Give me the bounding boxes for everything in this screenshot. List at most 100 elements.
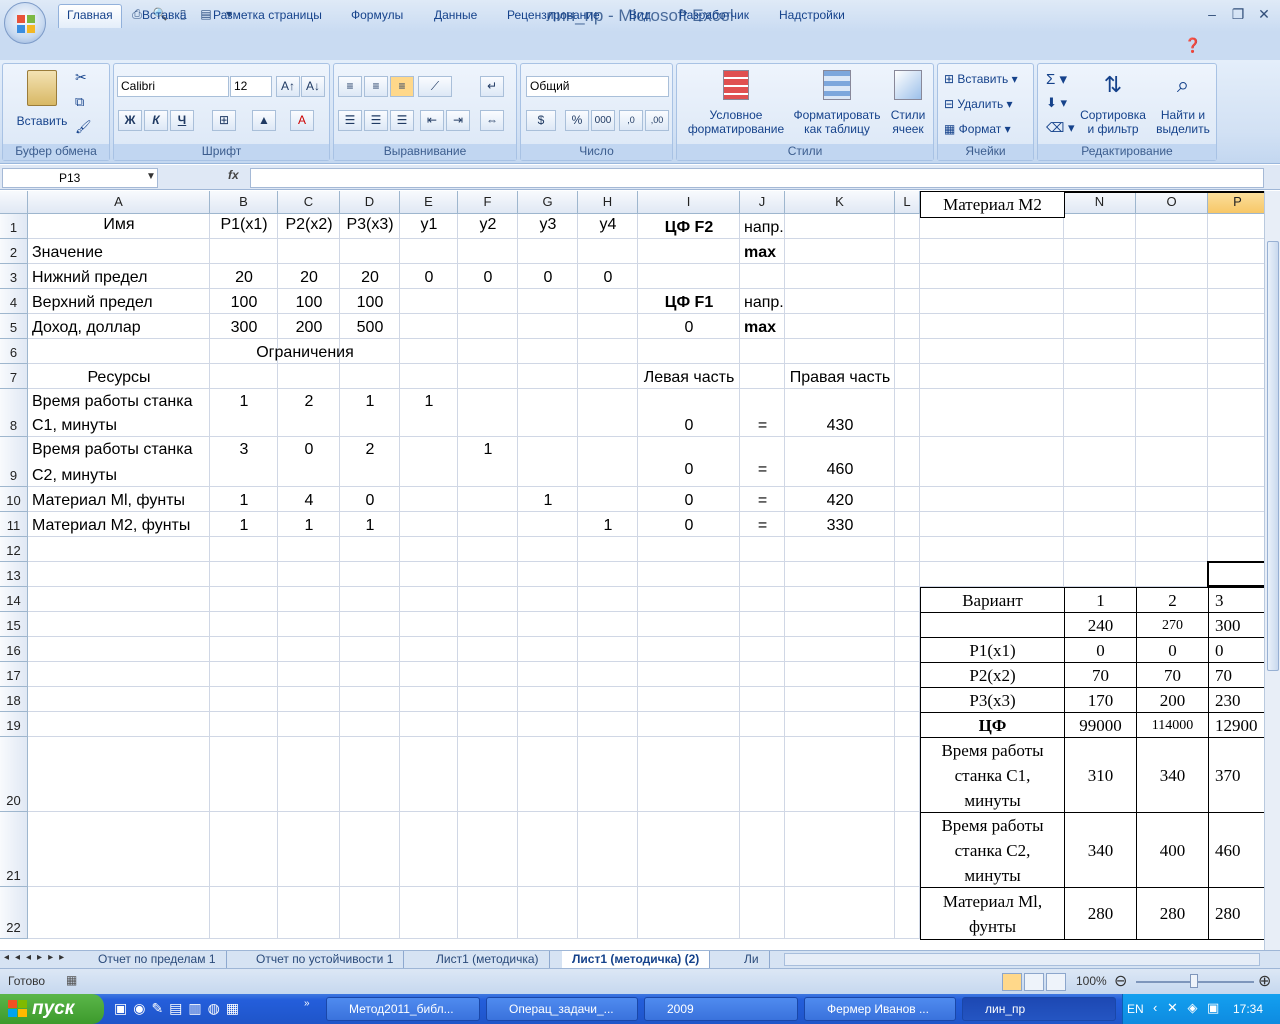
borders-icon[interactable]: ⊞	[212, 110, 236, 131]
font-color-icon[interactable]: A	[290, 110, 314, 131]
row-header-9[interactable]: 9	[0, 437, 28, 487]
tab-formulas[interactable]: Формулы	[343, 7, 411, 28]
row-header-8[interactable]: 8	[0, 389, 28, 437]
column-header-b[interactable]: B	[210, 191, 278, 214]
format-as-table-button[interactable]: Форматировать как таблицу	[791, 70, 883, 136]
close-button[interactable]: ✕	[1252, 4, 1276, 24]
variant-cell-m21[interactable]: Время работы станка С2, минуты	[920, 812, 1065, 888]
cell-i1[interactable]: ЦФ F2	[638, 214, 740, 239]
variant-cell-o14[interactable]: 2	[1136, 587, 1209, 613]
row-header-5[interactable]: 5	[0, 314, 28, 339]
column-header-n[interactable]: N	[1064, 191, 1136, 214]
row-header-13[interactable]: 13	[0, 562, 28, 587]
font-name-combo[interactable]: Calibri	[117, 76, 229, 97]
cell-c3[interactable]: 20	[278, 264, 340, 289]
row-header-14[interactable]: 14	[0, 587, 28, 612]
zoom-in-icon[interactable]: ⊕	[1258, 971, 1271, 991]
column-header-e[interactable]: E	[400, 191, 458, 214]
align-center-icon[interactable]: ☰	[364, 110, 388, 131]
taskbar-item-farmer[interactable]: Фермер Иванов ...	[804, 997, 956, 1021]
variant-cell-p16[interactable]: 0	[1208, 637, 1264, 663]
wrap-text-icon[interactable]: ↵	[480, 76, 504, 97]
cell-h1[interactable]: y4	[578, 214, 638, 236]
variant-cell-o15[interactable]: 270	[1136, 612, 1209, 638]
variant-cell-p22[interactable]: 280	[1208, 887, 1264, 940]
align-top-icon[interactable]: ≡	[338, 76, 362, 97]
row-header-4[interactable]: 4	[0, 289, 28, 314]
variant-cell-o22[interactable]: 280	[1136, 887, 1209, 940]
variant-cell-p17[interactable]: 70	[1208, 662, 1264, 688]
cell-j11[interactable]: =	[740, 512, 785, 537]
variant-cell-m18[interactable]: P3(x3)	[920, 687, 1065, 713]
cell-b1[interactable]: P1(x1)	[210, 214, 278, 236]
taskbar-item-linpr[interactable]: лин_пр	[962, 997, 1116, 1021]
cell-d10[interactable]: 0	[340, 487, 400, 512]
variant-cell-o18[interactable]: 200	[1136, 687, 1209, 713]
row-header-18[interactable]: 18	[0, 687, 28, 712]
page-layout-view-icon[interactable]	[1024, 973, 1044, 991]
variant-cell-n17[interactable]: 70	[1064, 662, 1137, 688]
row-header-17[interactable]: 17	[0, 662, 28, 687]
variant-cell-p18[interactable]: 230	[1208, 687, 1264, 713]
cell-i5[interactable]: 0	[638, 314, 740, 339]
italic-button[interactable]: К	[144, 110, 168, 131]
variant-cell-m22[interactable]: Материал Ml, фунты	[920, 887, 1065, 940]
shrink-font-icon[interactable]: A↓	[301, 76, 325, 97]
row-header-15[interactable]: 15	[0, 612, 28, 637]
select-all-corner[interactable]	[0, 191, 28, 214]
vertical-scrollbar[interactable]	[1264, 191, 1280, 950]
orientation-icon[interactable]: ⟋	[418, 76, 452, 97]
row-header-6[interactable]: 6	[0, 339, 28, 364]
office-button[interactable]	[4, 2, 46, 44]
row-header-19[interactable]: 19	[0, 712, 28, 737]
normal-view-icon[interactable]	[1002, 973, 1022, 991]
cell-c9[interactable]: 0	[278, 437, 340, 461]
cell-k9[interactable]: 460	[785, 445, 895, 481]
underline-button[interactable]: Ч	[170, 110, 194, 131]
row-header-20[interactable]: 20	[0, 737, 28, 812]
zoom-slider-thumb[interactable]	[1190, 974, 1198, 988]
row-header-11[interactable]: 11	[0, 512, 28, 537]
cell-b9[interactable]: 3	[210, 437, 278, 461]
cell-c11[interactable]: 1	[278, 512, 340, 537]
cell-c10[interactable]: 4	[278, 487, 340, 512]
cell-j10[interactable]: =	[740, 487, 785, 512]
variant-cell-p23[interactable]	[1208, 191, 1264, 193]
sheet-nav-icons[interactable]: ◂◂◂▸▸▸	[4, 952, 70, 963]
tab-insert[interactable]: Вставка	[134, 7, 195, 28]
variant-cell-m14[interactable]: Вариант	[920, 587, 1065, 613]
help-icon[interactable]: ❓	[1184, 37, 1201, 54]
sheet-tab-sensitivity[interactable]: Отчет по устойчивости 1	[246, 951, 405, 969]
minimize-button[interactable]: –	[1200, 4, 1224, 24]
column-header-l[interactable]: L	[895, 191, 920, 214]
variant-cell-m20[interactable]: Время работы станка С1, минуты	[920, 737, 1065, 813]
cell-a8a[interactable]: Время работы станка	[28, 389, 210, 413]
column-header-p[interactable]: P	[1208, 191, 1264, 214]
cell-b10[interactable]: 1	[210, 487, 278, 512]
row-header-16[interactable]: 16	[0, 637, 28, 662]
column-header-j[interactable]: J	[740, 191, 785, 214]
cell-a1[interactable]: Имя	[28, 214, 210, 236]
variant-cell-o20[interactable]: 340	[1136, 737, 1209, 813]
currency-icon[interactable]: $	[526, 110, 556, 131]
column-header-o[interactable]: O	[1136, 191, 1208, 214]
cell-i8[interactable]: 0	[638, 397, 740, 437]
decrease-decimal-icon[interactable]: ,00	[645, 110, 669, 131]
name-box-dropdown-icon[interactable]: ▼	[146, 171, 156, 182]
column-header-d[interactable]: D	[340, 191, 400, 214]
column-header-a[interactable]: A	[28, 191, 210, 214]
align-left-icon[interactable]: ☰	[338, 110, 362, 131]
sort-filter-button[interactable]: ⇅ Сортировка и фильтр	[1078, 70, 1148, 136]
align-middle-icon[interactable]: ≡	[364, 76, 388, 97]
cell-a10[interactable]: Материал Ml, фунты	[28, 487, 210, 512]
cell-j8[interactable]: =	[740, 397, 785, 437]
tab-home[interactable]: Главная	[58, 4, 122, 28]
clear-icon[interactable]: ⌫ ▾	[1046, 120, 1075, 136]
macro-record-icon[interactable]: ▦	[66, 973, 77, 987]
percent-icon[interactable]: %	[565, 110, 589, 131]
increase-indent-icon[interactable]: ⇥	[446, 110, 470, 131]
align-right-icon[interactable]: ☰	[390, 110, 414, 131]
cell-d3[interactable]: 20	[340, 264, 400, 289]
cell-b3[interactable]: 20	[210, 264, 278, 289]
grow-font-icon[interactable]: A↑	[276, 76, 300, 97]
